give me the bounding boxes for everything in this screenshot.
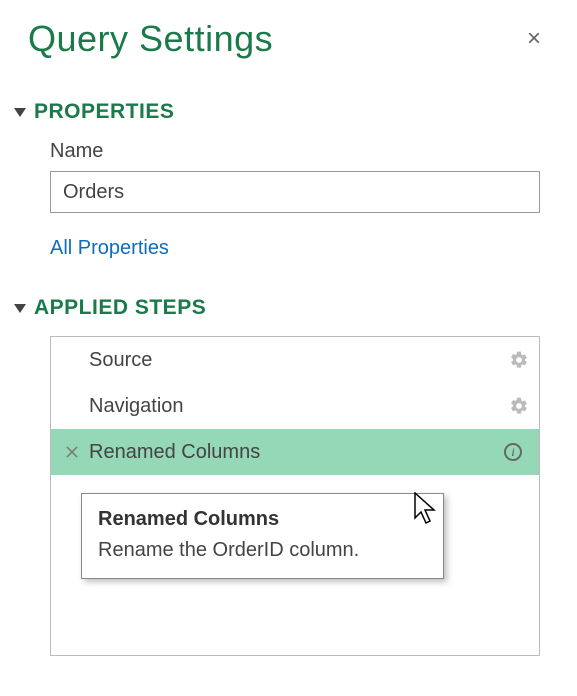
- properties-section: PROPERTIES Name All Properties: [28, 100, 549, 260]
- all-properties-link[interactable]: All Properties: [50, 237, 549, 260]
- name-input[interactable]: [50, 171, 540, 213]
- step-label: Renamed Columns: [85, 441, 503, 464]
- query-settings-panel: Query Settings × PROPERTIES Name All Pro…: [0, 0, 577, 656]
- step-label: Source: [85, 349, 509, 372]
- collapse-triangle-icon: [14, 304, 26, 313]
- properties-title: PROPERTIES: [34, 100, 174, 124]
- delete-step-icon[interactable]: [59, 445, 85, 459]
- collapse-triangle-icon: [14, 108, 26, 117]
- applied-steps-list: Source Navigation Ren: [50, 336, 540, 656]
- panel-header: Query Settings ×: [28, 18, 549, 60]
- gear-icon[interactable]: [509, 396, 529, 416]
- step-tooltip: Renamed Columns Rename the OrderID colum…: [81, 493, 444, 579]
- gear-icon[interactable]: [509, 350, 529, 370]
- step-row-renamed-columns[interactable]: Renamed Columns i: [51, 429, 539, 475]
- applied-steps-section: APPLIED STEPS Source Navigation: [28, 296, 549, 656]
- applied-steps-title: APPLIED STEPS: [34, 296, 206, 320]
- applied-steps-header[interactable]: APPLIED STEPS: [28, 296, 549, 320]
- tooltip-title: Renamed Columns: [98, 508, 427, 531]
- panel-title: Query Settings: [28, 18, 273, 60]
- step-row-navigation[interactable]: Navigation: [51, 383, 539, 429]
- step-label: Navigation: [85, 395, 509, 418]
- tooltip-description: Rename the OrderID column.: [98, 539, 427, 562]
- name-label: Name: [50, 140, 549, 163]
- step-row-source[interactable]: Source: [51, 337, 539, 383]
- close-button[interactable]: ×: [519, 23, 549, 55]
- properties-header[interactable]: PROPERTIES: [28, 100, 549, 124]
- info-icon[interactable]: i: [503, 442, 523, 462]
